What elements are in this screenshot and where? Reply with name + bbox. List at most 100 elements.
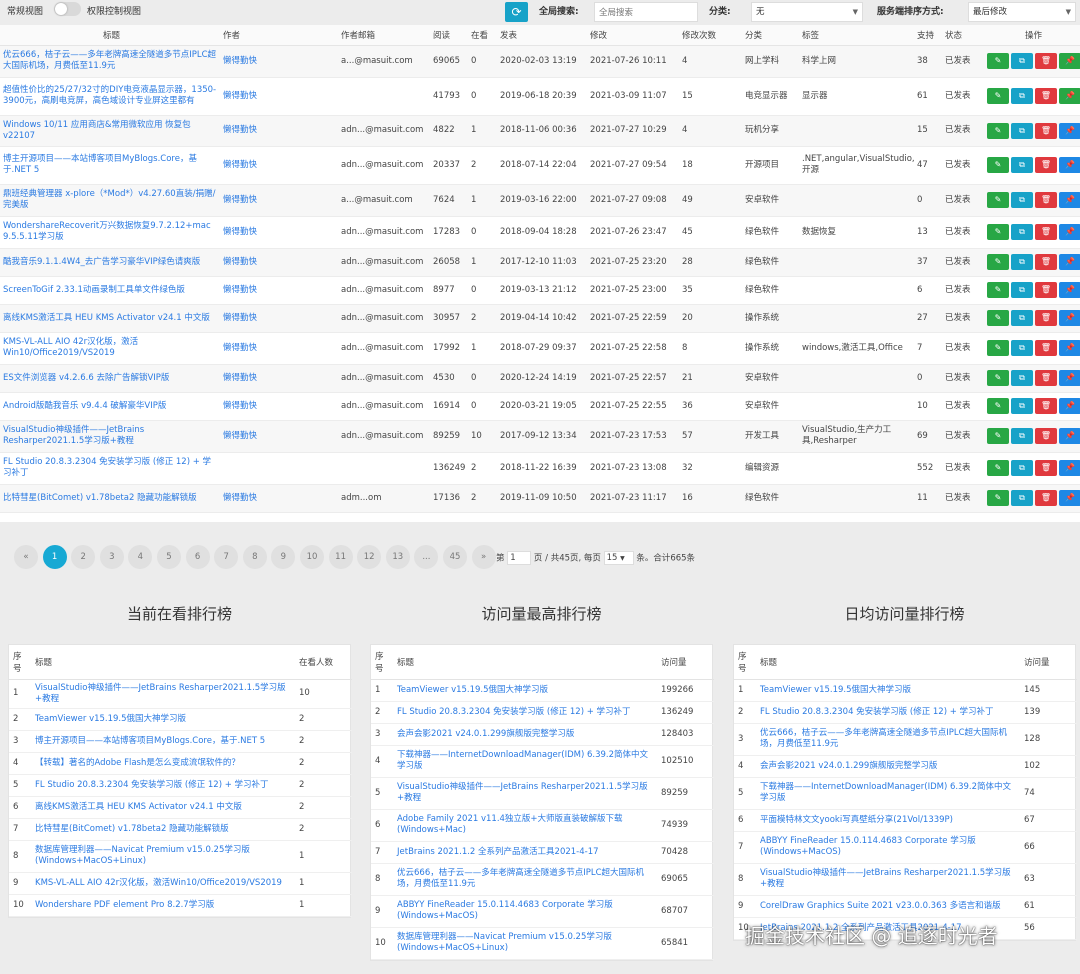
delete-button[interactable]: 🗑	[1035, 282, 1057, 298]
prev-page-button[interactable]: «	[14, 545, 38, 569]
pin-button[interactable]: 📌	[1059, 398, 1080, 414]
copy-button[interactable]: ⧉	[1011, 370, 1033, 386]
global-search-input[interactable]	[594, 2, 698, 22]
refresh-button[interactable]: ⟳	[505, 2, 528, 22]
panel-post-link[interactable]: 比特彗星(BitComet) v1.78beta2 隐藏功能解锁版	[35, 824, 229, 834]
post-title-link[interactable]: 博主开源项目——本站博客项目MyBlogs.Core，基于.NET 5	[3, 154, 197, 175]
page-button[interactable]: 13	[385, 545, 410, 569]
delete-button[interactable]: 🗑	[1035, 398, 1057, 414]
column-header[interactable]: 在看	[468, 25, 497, 46]
column-header[interactable]: 发表	[497, 25, 587, 46]
delete-button[interactable]: 🗑	[1035, 157, 1057, 173]
pin-button[interactable]: 📌	[1059, 122, 1080, 139]
pin-button[interactable]: 📌	[1059, 192, 1080, 208]
panel-post-link[interactable]: ABBYY FineReader 15.0.114.4683 Corporate…	[760, 836, 976, 857]
page-button[interactable]: 2	[71, 545, 96, 569]
edit-button[interactable]: ✎	[987, 310, 1009, 326]
edit-button[interactable]: ✎	[987, 122, 1009, 139]
copy-button[interactable]: ⧉	[1011, 53, 1033, 69]
edit-button[interactable]: ✎	[987, 460, 1009, 476]
panel-post-link[interactable]: CorelDraw Graphics Suite 2021 v23.0.0.36…	[760, 901, 1001, 911]
per-page-select[interactable]: 15 ▼	[603, 551, 634, 565]
page-button[interactable]: 3	[99, 545, 124, 569]
author-link[interactable]: 懒得勤快	[223, 56, 257, 66]
pin-button[interactable]: 📌	[1059, 224, 1080, 240]
copy-button[interactable]: ⧉	[1011, 88, 1033, 104]
copy-button[interactable]: ⧉	[1011, 310, 1033, 326]
copy-button[interactable]: ⧉	[1011, 340, 1033, 356]
column-header[interactable]: 标题	[0, 25, 220, 46]
panel-post-link[interactable]: 【转载】著名的Adobe Flash是怎么变成流氓软件的？	[35, 758, 240, 768]
post-title-link[interactable]: 优云666，桔子云——多年老牌高速全隧道多节点IPLC超大国际机场，月费低至11…	[3, 50, 216, 71]
copy-button[interactable]: ⧉	[1011, 122, 1033, 139]
panel-post-link[interactable]: FL Studio 20.8.3.2304 免安装学习版 (修正 12) + 学…	[35, 780, 269, 790]
panel-post-link[interactable]: FL Studio 20.8.3.2304 免安装学习版 (修正 12) + 学…	[760, 707, 994, 717]
copy-button[interactable]: ⧉	[1011, 224, 1033, 240]
edit-button[interactable]: ✎	[987, 490, 1009, 506]
column-header[interactable]: 作者	[220, 25, 338, 46]
page-button[interactable]: 11	[328, 545, 353, 569]
panel-post-link[interactable]: 数据库管理利器——Navicat Premium v15.0.25学习版(Win…	[35, 845, 250, 866]
pin-button[interactable]: 📌	[1059, 490, 1080, 506]
page-button[interactable]: 7	[214, 545, 239, 569]
copy-button[interactable]: ⧉	[1011, 398, 1033, 414]
copy-button[interactable]: ⧉	[1011, 254, 1033, 270]
panel-post-link[interactable]: FL Studio 20.8.3.2304 免安装学习版 (修正 12) + 学…	[397, 707, 631, 717]
copy-button[interactable]: ⧉	[1011, 192, 1033, 208]
pin-button[interactable]: 📌	[1059, 157, 1080, 173]
delete-button[interactable]: 🗑	[1035, 88, 1057, 104]
delete-button[interactable]: 🗑	[1035, 122, 1057, 139]
panel-post-link[interactable]: TeamViewer v15.19.5俄国大神学习版	[35, 714, 186, 724]
author-link[interactable]: 懒得勤快	[223, 373, 257, 383]
next-page-button[interactable]: »	[471, 545, 496, 569]
edit-button[interactable]: ✎	[987, 192, 1009, 208]
pin-button[interactable]: 📌	[1059, 460, 1080, 476]
page-button[interactable]: 9	[271, 545, 296, 569]
page-button[interactable]: 8	[242, 545, 267, 569]
pin-button[interactable]: 📌	[1059, 53, 1080, 69]
author-link[interactable]: 懒得勤快	[223, 195, 257, 205]
panel-post-link[interactable]: TeamViewer v15.19.5俄国大神学习版	[760, 685, 911, 695]
edit-button[interactable]: ✎	[987, 53, 1009, 69]
author-link[interactable]: 懒得勤快	[223, 160, 257, 170]
post-title-link[interactable]: FL Studio 20.8.3.2304 免安装学习版 (修正 12) + 学…	[3, 457, 211, 478]
post-title-link[interactable]: 超值性价比的25/27/32寸的DIY电竞液晶显示器，1350-3900元，高刷…	[3, 85, 216, 106]
panel-post-link[interactable]: Adobe Family 2021 v11.4独立版+大师版直装破解版下载(Wi…	[397, 814, 623, 835]
author-link[interactable]: 懒得勤快	[223, 285, 257, 295]
post-title-link[interactable]: Android版酷我音乐 v9.4.4 破解豪华VIP版	[3, 401, 166, 411]
edit-button[interactable]: ✎	[987, 370, 1009, 386]
panel-post-link[interactable]: ABBYY FineReader 15.0.114.4683 Corporate…	[397, 900, 613, 921]
author-link[interactable]: 懒得勤快	[223, 401, 257, 411]
panel-post-link[interactable]: JetBrains 2021.1.2 全系列产品激活工具2021-4-17	[397, 847, 599, 857]
column-header[interactable]: 操作	[984, 25, 1080, 46]
author-link[interactable]: 懒得勤快	[223, 257, 257, 267]
delete-button[interactable]: 🗑	[1035, 340, 1057, 356]
column-header[interactable]: 修改次数	[679, 25, 742, 46]
column-header[interactable]: 修改	[587, 25, 679, 46]
panel-post-link[interactable]: 离线KMS激活工具 HEU KMS Activator v24.1 中文版	[35, 802, 242, 812]
post-title-link[interactable]: ScreenToGif 2.33.1动画录制工具单文件绿色版	[3, 285, 185, 295]
post-title-link[interactable]: 鼎班经典管理器 x-plore（*Mod*）v4.27.60直装/捐赠/完美版	[3, 189, 215, 210]
delete-button[interactable]: 🗑	[1035, 370, 1057, 386]
copy-button[interactable]: ⧉	[1011, 157, 1033, 173]
column-header[interactable]: 支持	[914, 25, 942, 46]
panel-post-link[interactable]: VisualStudio神级插件——JetBrains Resharper202…	[35, 683, 286, 704]
pin-button[interactable]: 📌	[1059, 254, 1080, 270]
page-button[interactable]: 10	[300, 545, 324, 569]
pin-button[interactable]: 📌	[1059, 88, 1080, 104]
edit-button[interactable]: ✎	[987, 254, 1009, 270]
delete-button[interactable]: 🗑	[1035, 310, 1057, 326]
delete-button[interactable]: 🗑	[1035, 428, 1057, 444]
delete-button[interactable]: 🗑	[1035, 224, 1057, 240]
post-title-link[interactable]: 离线KMS激活工具 HEU KMS Activator v24.1 中文版	[3, 313, 210, 323]
page-button[interactable]: 5	[157, 545, 181, 569]
delete-button[interactable]: 🗑	[1035, 460, 1057, 476]
column-header[interactable]: 分类	[742, 25, 799, 46]
page-number-input[interactable]: 1	[507, 551, 532, 565]
column-header[interactable]: 作者邮箱	[338, 25, 430, 46]
column-header[interactable]: 阅读	[430, 25, 468, 46]
author-link[interactable]: 懒得勤快	[223, 493, 257, 503]
post-title-link[interactable]: VisualStudio神级插件——JetBrains Resharper202…	[3, 425, 144, 446]
post-title-link[interactable]: Windows 10/11 应用商店&常用微软应用 恢复包v22107	[3, 120, 191, 141]
copy-button[interactable]: ⧉	[1011, 282, 1033, 298]
